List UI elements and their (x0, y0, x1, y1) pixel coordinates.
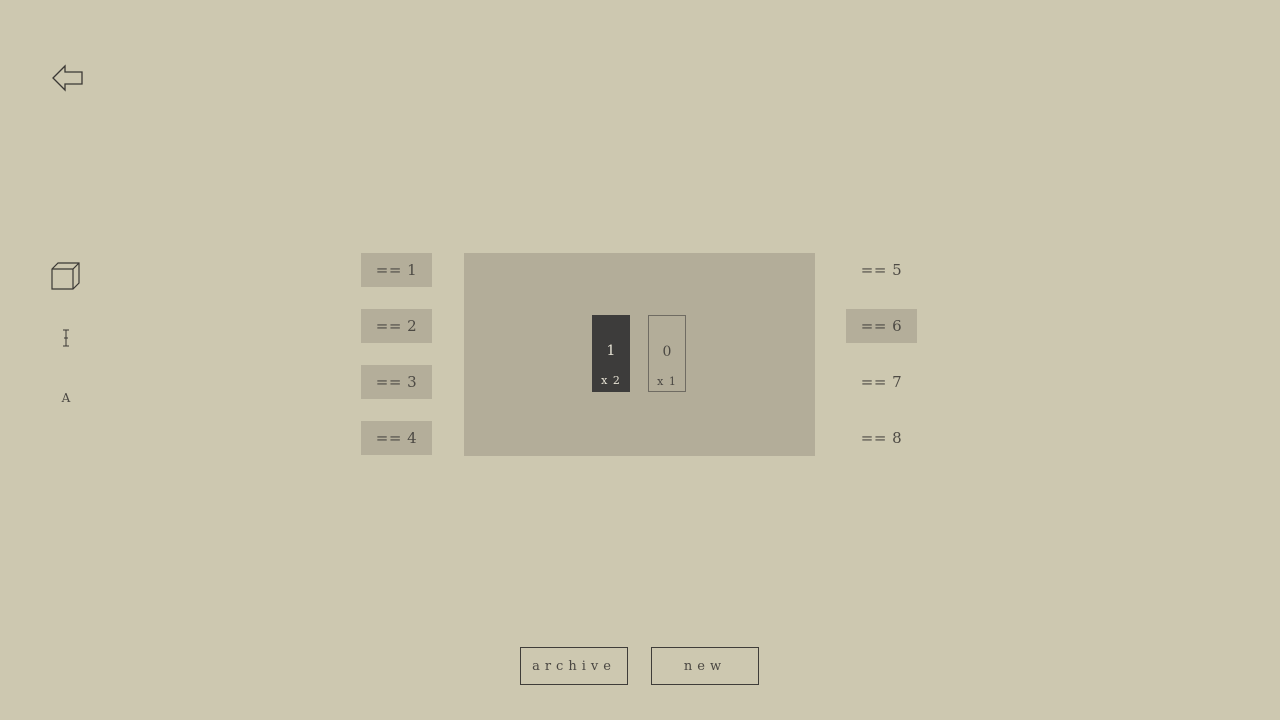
card-multiplier: x 2 (601, 374, 621, 387)
archive-button[interactable]: archive (520, 647, 628, 685)
card-2[interactable]: 0 x 1 (648, 315, 686, 392)
card-value: 1 (606, 343, 616, 359)
text-cursor-icon (63, 329, 69, 347)
slot-2[interactable]: == 2 (361, 309, 432, 343)
back-arrow-icon (52, 64, 83, 92)
card-panel (464, 253, 815, 456)
slot-1[interactable]: == 1 (361, 253, 432, 287)
back-button[interactable] (50, 62, 86, 94)
new-button[interactable]: new (651, 647, 759, 685)
font-button[interactable]: A (56, 388, 76, 408)
slot-4[interactable]: == 4 (361, 421, 432, 455)
slot-3[interactable]: == 3 (361, 365, 432, 399)
cube-button[interactable] (49, 260, 81, 292)
text-cursor-button[interactable] (58, 328, 74, 348)
slot-8[interactable]: == 8 (846, 421, 917, 455)
card-multiplier: x 1 (657, 375, 677, 388)
cube-icon (51, 262, 80, 290)
card-value: 0 (662, 344, 672, 360)
slot-7[interactable]: == 7 (846, 365, 917, 399)
card-1[interactable]: 1 x 2 (592, 315, 630, 392)
slot-6[interactable]: == 6 (846, 309, 917, 343)
slot-5[interactable]: == 5 (846, 253, 917, 287)
